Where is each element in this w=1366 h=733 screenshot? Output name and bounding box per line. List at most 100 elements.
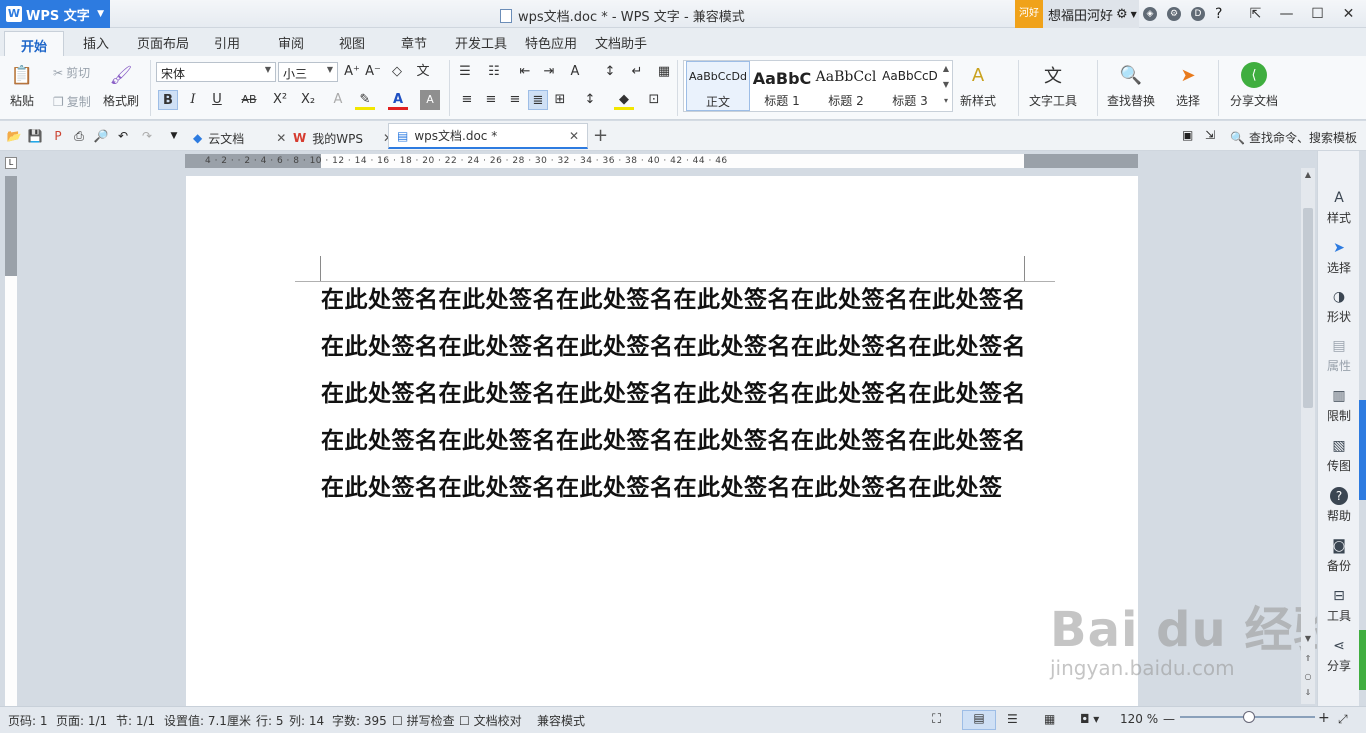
align-center-icon[interactable]: ≡ [481,90,501,110]
shrink-font-icon[interactable]: A⁻ [363,62,383,82]
status-word-count[interactable]: 字数: 395 [332,712,387,729]
document-body-text[interactable]: 在此处签名在此处签名在此处签名在此处签名在此处签名在此处签名在此处签名在此处签名… [321,276,1031,511]
align-left-icon[interactable]: ≡ [457,90,477,110]
restore-ribbon-icon[interactable]: ⇱ [1240,0,1271,28]
char-scale-icon[interactable]: A [565,62,585,82]
app-menu-button[interactable]: W WPS 文字 ▼ [0,0,110,28]
vertical-ruler[interactable] [5,176,17,706]
justify-icon[interactable]: ≣ [528,90,548,110]
style-normal[interactable]: AaBbCcDd 正文 [686,61,750,111]
zoom-slider-thumb[interactable] [1243,711,1255,723]
user-menu[interactable]: 想福田河好 ⚙ ▼ [1043,0,1139,28]
style-gallery-scroll[interactable]: ▲ ▼ ▾ [940,61,952,111]
line-spacing-icon[interactable]: ↕ [580,90,600,110]
print-preview-icon[interactable]: 🔎 [93,128,109,144]
tab-special[interactable]: 特色应用 [525,33,577,52]
show-marks-icon[interactable]: ↵ [627,62,647,82]
clear-format-icon[interactable]: ◇ [387,62,407,82]
feedback-icon[interactable]: D [1191,7,1205,21]
tab-home[interactable]: 开始 [4,31,65,56]
tab-section[interactable]: 章节 [401,33,427,52]
zoom-out-icon[interactable]: — [1163,712,1175,726]
style-heading-3[interactable]: AaBbCcD 标题 3 [878,61,942,111]
new-tab-plus-icon[interactable]: + [593,127,608,145]
italic-button[interactable]: I [183,90,203,110]
find-replace-button[interactable]: 🔍 查找替换 [1107,62,1155,109]
style-heading-2[interactable]: AaBbCcl 标题 2 [814,61,878,111]
tab-reference[interactable]: 引用 [214,33,240,52]
font-color-button[interactable]: A [388,90,408,110]
sort-icon[interactable]: ↕ [600,62,620,82]
bold-button[interactable]: B [158,90,178,110]
scroll-up-icon[interactable]: ▲ [1303,170,1313,179]
font-size-select[interactable]: 小三 ▼ [278,62,338,82]
font-name-select[interactable]: 宋体 ▼ [156,62,276,82]
share-doc-button[interactable]: ⟨ 分享文档 [1230,62,1278,109]
horizontal-ruler[interactable]: 4 · 2 · · 2 · 4 · 6 · 8 · 10 · 12 · 14 ·… [185,154,1138,168]
outline-view-icon[interactable]: ☰ [1007,712,1018,726]
align-right-icon[interactable]: ≡ [505,90,525,110]
sidebar-item-backup[interactable]: ◙ 备份 [1318,537,1360,574]
decrease-indent-icon[interactable]: ⇤ [515,62,535,82]
page-view-icon[interactable]: ▤ [962,710,996,730]
help-question-icon[interactable]: ? [1215,6,1222,22]
text-effect-icon[interactable]: A [328,90,348,110]
grow-font-icon[interactable]: A⁺ [342,62,362,82]
zoom-fit-icon[interactable]: ⤢ [1338,712,1348,727]
tab-insert[interactable]: 插入 [83,33,109,52]
sidebar-item-help[interactable]: ? 帮助 [1318,487,1360,524]
increase-indent-icon[interactable]: ⇥ [539,62,559,82]
web-view-icon[interactable]: ▦ [1044,712,1055,726]
skin-icon[interactable]: ◈ [1143,7,1157,21]
paste-button[interactable]: 📋 粘贴 [9,62,35,109]
text-tools-button[interactable]: 文 文字工具 [1029,62,1077,109]
subscript-button[interactable]: X₂ [298,90,318,110]
strikethrough-button[interactable]: AB [238,90,260,110]
sidebar-item-style[interactable]: A 样式 [1318,189,1360,226]
sidebar-item-tools[interactable]: ⊟ 工具 [1318,587,1360,624]
sidebar-item-share[interactable]: ⋖ 分享 [1318,637,1360,674]
export-pdf-icon[interactable]: P [50,128,66,144]
eye-protection-icon[interactable]: ◘ ▾ [1080,712,1099,726]
table-icon[interactable]: ▦ [654,62,674,82]
numbering-icon[interactable]: ☷ [484,62,504,82]
tab-page-layout[interactable]: 页面布局 [137,33,189,52]
settings-icon[interactable]: ⚙ [1167,7,1181,21]
highlight-icon[interactable]: ✎ [355,90,375,110]
scroll-thumb[interactable] [1303,208,1313,408]
sidebar-item-upload-image[interactable]: ▧ 传图 [1318,437,1360,474]
browse-object-icon[interactable]: ○ [1303,672,1313,681]
scroll-down-icon[interactable]: ▼ [1303,634,1313,643]
close-icon[interactable]: ✕ [569,129,579,143]
doc-tab-cloud[interactable]: ◆ 云文档 ✕ [185,125,294,151]
next-page-icon[interactable]: ⇓ [1303,688,1313,697]
tab-doc-assistant[interactable]: 文档助手 [595,33,647,52]
command-search[interactable]: 🔍 查找命令、搜索模板 [1230,129,1357,146]
underline-button[interactable]: U [207,90,227,110]
tab-review[interactable]: 审阅 [278,33,304,52]
sidebar-item-shape[interactable]: ◑ 形状 [1318,288,1360,325]
sidebar-item-select[interactable]: ➤ 选择 [1318,239,1360,276]
cut-button[interactable]: ✂ 剪切 [53,64,90,81]
copy-button[interactable]: ❐ 复制 [53,93,91,110]
prev-page-icon[interactable]: ⇑ [1303,654,1313,663]
borders-icon[interactable]: ⊡ [644,90,664,110]
select-button[interactable]: ➤ 选择 [1175,62,1201,109]
quick-access-dropdown-icon[interactable]: ▼ [166,128,182,144]
vertical-scrollbar[interactable]: ▲ ▼ ⇑ ○ ⇓ [1301,168,1315,704]
ruler-tab-selector[interactable]: L [5,157,17,169]
status-spell-check[interactable]: ☐ 拼写检查 [392,712,455,729]
sidebar-item-property[interactable]: ▤ 属性 [1318,337,1360,374]
bullets-icon[interactable]: ☰ [455,62,475,82]
zoom-level[interactable]: 120 % [1120,712,1158,726]
tab-developer[interactable]: 开发工具 [455,33,507,52]
close-icon[interactable]: ✕ [1333,0,1364,28]
open-folder-icon[interactable]: 📂 [6,128,22,144]
user-badge[interactable]: 河好 [1015,0,1043,28]
undo-icon[interactable]: ↶ [115,128,131,144]
new-style-button[interactable]: A 新样式 [960,62,996,109]
tv-icon[interactable]: ▣ [1182,128,1193,142]
fill-color-icon[interactable]: ◆ [614,90,634,110]
maximize-icon[interactable]: ☐ [1302,0,1333,28]
doc-tab-active[interactable]: ▤ wps文档.doc * ✕ [388,123,588,149]
